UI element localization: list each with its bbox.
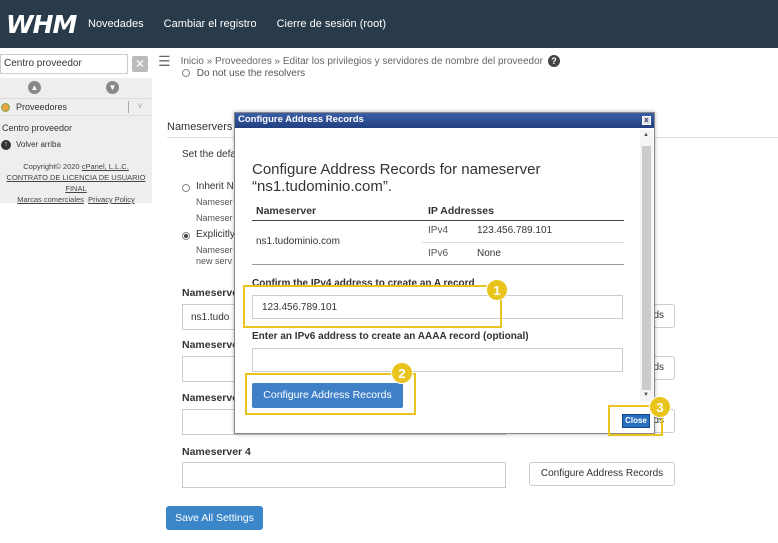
inherit-sub1: Nameser (196, 197, 233, 207)
dialog-scrollbar[interactable]: ▲ ▼ (640, 130, 653, 402)
cell-nameserver: ns1.tudominio.com (256, 236, 340, 247)
company-link[interactable]: cPanel, L.L.C. (82, 162, 129, 171)
cell-ipv6-label: IPv6 (428, 248, 449, 259)
button-label: ds (653, 310, 664, 321)
dialog-heading: Configure Address Records for nameserver… (252, 161, 541, 195)
explicit-sub2: new serv (196, 256, 233, 266)
sidebar-section-providers[interactable]: Proveedores ∨ (0, 98, 152, 116)
inherit-radio[interactable] (182, 184, 190, 192)
col-nameserver: Nameserver (256, 205, 317, 217)
step-badge-1: 1 (486, 279, 508, 301)
breadcrumb-providers[interactable]: Proveedores (215, 56, 272, 67)
sidebar-footer: Copyright© 2020 cPanel, L.L.C. CONTRATO … (0, 161, 152, 205)
breadcrumb-current: Editar los privilegios y servidores de n… (282, 55, 544, 67)
breadcrumb-sep: » (206, 55, 213, 67)
scroll-up-icon[interactable]: ▲ (643, 132, 649, 138)
inherit-sub2: Nameser (196, 213, 233, 223)
dialog-title: Configure Address Records (238, 114, 364, 125)
save-all-button[interactable]: Save All Settings (166, 506, 263, 530)
divider (128, 101, 129, 113)
license-link[interactable]: CONTRATO DE LICENCIA DE USUARIO FINAL (7, 173, 146, 193)
radio[interactable] (182, 69, 190, 77)
table-header-line (252, 220, 624, 221)
scroll-down-icon[interactable]: ▼ (643, 392, 649, 398)
trademarks-link[interactable]: Marcas comerciales (17, 195, 84, 204)
copyright: Copyright© 2020 (23, 162, 80, 171)
menu-toggle-icon[interactable]: ☰ (158, 53, 171, 70)
row-divider (422, 242, 624, 243)
sidebar-section-label: Proveedores (16, 102, 68, 112)
sidebar: ✕ ▲ ▼ Proveedores ∨ Centro proveedor ↑ V… (0, 48, 152, 543)
clipped-option: Do not use the resolvers (182, 68, 305, 79)
nav-news[interactable]: Novedades (88, 18, 144, 30)
whm-logo[interactable]: WHM (0, 10, 80, 39)
back-to-top[interactable]: ↑ Volver arriba (0, 140, 61, 150)
table-bottom-line (252, 264, 624, 265)
cell-ipv4-label: IPv4 (428, 225, 449, 236)
highlight-ipv4 (243, 285, 502, 328)
back-label: Volver arriba (16, 140, 61, 149)
option-label: Do not use the resolvers (196, 68, 306, 79)
help-icon[interactable]: ? (548, 55, 561, 67)
close-x-icon[interactable]: x (642, 116, 651, 125)
configure-ns4-button[interactable]: Configure Address Records (529, 462, 675, 486)
ipv6-label: Enter an IPv6 address to create an AAAA … (252, 331, 529, 342)
ipv6-input[interactable] (252, 348, 623, 372)
col-ip-addresses: IP Addresses (428, 205, 494, 217)
breadcrumb-sep: » (274, 55, 281, 67)
cell-ipv4: 123.456.789.101 (477, 225, 553, 236)
ns4-input[interactable] (182, 462, 506, 488)
providers-icon (1, 103, 10, 112)
scroll-thumb[interactable] (642, 146, 651, 390)
sidebar-search-input[interactable] (0, 53, 128, 74)
sidebar-item-provider-center[interactable]: Centro proveedor (2, 123, 72, 133)
nav-change-log[interactable]: Cambiar el registro (164, 18, 257, 30)
highlight-submit (245, 373, 416, 415)
section-title: Nameservers (167, 121, 233, 133)
breadcrumb: Inicio » Proveedores » Editar los privil… (181, 56, 543, 67)
explicit-label: Explicitly (196, 229, 235, 240)
top-nav: Novedades Cambiar el registro Cierre de … (88, 18, 406, 30)
inherit-label: Inherit N (196, 181, 234, 192)
sidebar-arrows: ▲ ▼ (0, 80, 152, 96)
arrow-up-icon: ↑ (1, 140, 11, 150)
privacy-link[interactable]: Privacy Policy (88, 195, 135, 204)
dialog-titlebar: Configure Address Records x (235, 113, 654, 128)
clear-search-icon[interactable]: ✕ (132, 55, 148, 72)
collapse-up-icon[interactable]: ▲ (28, 81, 41, 94)
button-label: ds (653, 362, 664, 373)
breadcrumb-home[interactable]: Inicio (181, 56, 204, 67)
cell-ipv6: None (477, 248, 501, 259)
expand-down-icon[interactable]: ▼ (106, 81, 119, 94)
step-badge-2: 2 (391, 362, 413, 384)
top-bar: WHM Novedades Cambiar el registro Cierre… (0, 0, 778, 48)
ns4-label: Nameserver 4 (182, 446, 251, 458)
explicit-sub1: Nameser (196, 245, 233, 255)
chevron-down-icon[interactable]: ∨ (137, 101, 143, 110)
explicit-radio[interactable] (182, 232, 190, 240)
sidebar-search: ✕ (0, 52, 150, 75)
nav-logout[interactable]: Cierre de sesión (root) (277, 18, 386, 30)
step-badge-3: 3 (649, 396, 671, 418)
